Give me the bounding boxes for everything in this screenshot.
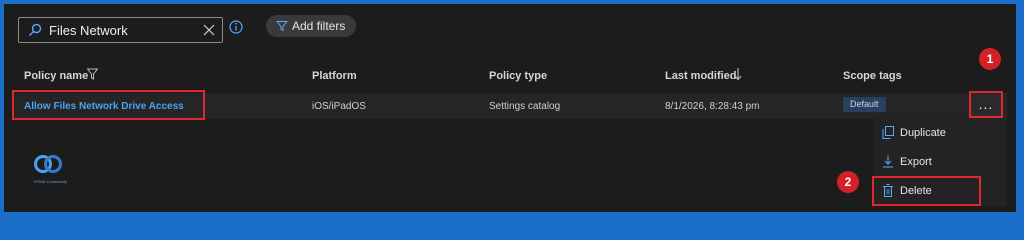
- duplicate-icon: [882, 126, 894, 139]
- column-header-platform[interactable]: Platform: [312, 70, 357, 82]
- column-header-scope-tags[interactable]: Scope tags: [843, 70, 902, 82]
- filter-icon: [276, 21, 288, 32]
- column-header-policy-name[interactable]: Policy name: [24, 70, 88, 82]
- column-header-last-modified[interactable]: Last modified: [665, 70, 737, 82]
- column-header-policy-type[interactable]: Policy type: [489, 70, 547, 82]
- last-modified-cell: 8/1/2026, 8:28:43 pm: [665, 101, 760, 112]
- more-options-icon: ...: [978, 96, 994, 112]
- scope-tag-badge: Default: [843, 97, 886, 112]
- policy-name-link[interactable]: Allow Files Network Drive Access: [24, 101, 184, 112]
- info-icon[interactable]: [229, 20, 243, 34]
- app-frame: Files Network Add filters Policy name Pl…: [4, 4, 1016, 212]
- menu-item-duplicate[interactable]: Duplicate: [874, 120, 1007, 146]
- download-icon: [883, 155, 893, 168]
- add-filters-label: Add filters: [292, 19, 346, 33]
- policy-type-cell: Settings catalog: [489, 101, 561, 112]
- menu-item-export-label: Export: [900, 156, 932, 168]
- column-filter-icon[interactable]: [87, 68, 98, 80]
- search-box[interactable]: Files Network: [18, 17, 223, 43]
- annotation-step-1: 1: [979, 48, 1001, 70]
- close-icon[interactable]: [202, 23, 216, 37]
- menu-item-duplicate-label: Duplicate: [900, 127, 946, 139]
- htmd-logo: [34, 155, 62, 173]
- delete-highlight: [872, 176, 981, 206]
- platform-cell: iOS/iPadOS: [312, 101, 366, 112]
- menu-item-export[interactable]: Export: [874, 149, 1007, 175]
- more-options-button[interactable]: ...: [969, 91, 1003, 118]
- sort-descending-icon[interactable]: [734, 67, 742, 81]
- annotation-step-2: 2: [837, 171, 859, 193]
- add-filters-button[interactable]: Add filters: [266, 15, 356, 37]
- search-icon: [29, 23, 42, 36]
- logo-text: HTMD Community: [34, 179, 67, 184]
- search-input[interactable]: Files Network: [49, 23, 128, 38]
